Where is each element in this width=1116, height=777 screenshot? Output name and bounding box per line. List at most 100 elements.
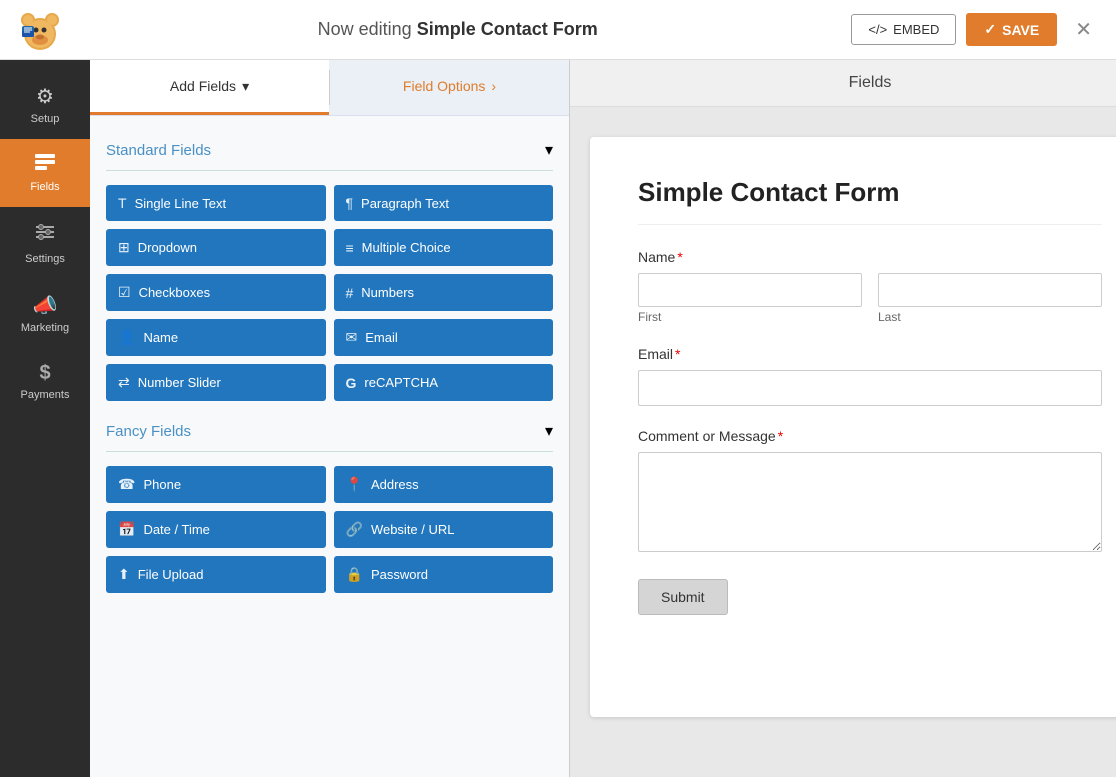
- embed-button[interactable]: </> EMBED: [851, 14, 956, 45]
- field-btn-number-slider[interactable]: ⇄ Number Slider: [106, 364, 326, 401]
- phone-icon: ☎: [118, 476, 135, 493]
- field-btn-recaptcha[interactable]: G reCAPTCHA: [334, 364, 554, 401]
- sidebar-item-label: Payments: [21, 389, 70, 401]
- standard-fields-title: Standard Fields: [106, 142, 211, 159]
- close-button[interactable]: ✕: [1067, 13, 1100, 46]
- logo: [16, 6, 64, 54]
- field-btn-label: Number Slider: [138, 375, 221, 390]
- field-btn-label: Address: [371, 477, 419, 492]
- gear-icon: ⚙: [36, 84, 54, 109]
- form-preview: Simple Contact Form Name* First Last: [590, 137, 1116, 717]
- text-icon: T: [118, 195, 127, 211]
- field-btn-label: File Upload: [138, 567, 204, 582]
- sidebar-item-payments[interactable]: $ Payments: [0, 348, 90, 415]
- field-btn-date-time[interactable]: 📅 Date / Time: [106, 511, 326, 548]
- field-btn-phone[interactable]: ☎ Phone: [106, 466, 326, 503]
- field-btn-numbers[interactable]: # Numbers: [334, 274, 554, 311]
- tab-options-label: Field Options: [403, 78, 485, 94]
- fancy-fields-header: Fancy Fields ▾: [106, 421, 553, 441]
- field-btn-file-upload[interactable]: ⬆ File Upload: [106, 556, 326, 593]
- field-btn-label: Phone: [143, 477, 181, 492]
- standard-fields-header: Standard Fields ▾: [106, 140, 553, 160]
- fancy-fields-title: Fancy Fields: [106, 423, 191, 440]
- dropdown-icon: ⊞: [118, 239, 130, 256]
- fields-icon: [34, 153, 56, 177]
- field-btn-address[interactable]: 📍 Address: [334, 466, 554, 503]
- field-btn-label: Website / URL: [371, 522, 455, 537]
- form-preview-title: Simple Contact Form: [638, 177, 1102, 225]
- lock-icon: 🔒: [346, 566, 363, 583]
- calendar-icon: 📅: [118, 521, 135, 538]
- sidebar-item-label: Setup: [31, 113, 60, 125]
- chevron-right-icon: ›: [491, 78, 496, 94]
- top-header: Now editing Simple Contact Form </> EMBE…: [0, 0, 1116, 60]
- sidebar-item-label: Settings: [25, 253, 65, 265]
- slider-icon: ⇄: [118, 374, 130, 391]
- standard-divider: [106, 170, 553, 171]
- last-name-wrap: Last: [878, 273, 1102, 324]
- sidebar-item-label: Marketing: [21, 322, 69, 334]
- form-label-name: Name*: [638, 249, 1102, 265]
- checkbox-icon: ☑: [118, 284, 131, 301]
- field-btn-label: reCAPTCHA: [364, 375, 438, 390]
- form-field-comment: Comment or Message*: [638, 428, 1102, 557]
- field-btn-label: Date / Time: [143, 522, 209, 537]
- form-field-name: Name* First Last: [638, 249, 1102, 324]
- name-fields-row: First Last: [638, 273, 1102, 324]
- embed-label: EMBED: [893, 22, 939, 37]
- link-icon: 🔗: [346, 521, 363, 538]
- envelope-icon: ✉: [346, 329, 358, 346]
- fancy-divider: [106, 451, 553, 452]
- sidebar-item-setup[interactable]: ⚙ Setup: [0, 70, 90, 139]
- center-panel-title: Fields: [570, 60, 1116, 107]
- settings-icon: [34, 221, 56, 249]
- field-btn-password[interactable]: 🔒 Password: [334, 556, 554, 593]
- sidebar-item-label: Fields: [30, 181, 59, 193]
- field-btn-label: Dropdown: [138, 240, 197, 255]
- hash-icon: #: [346, 285, 354, 301]
- field-btn-checkboxes[interactable]: ☑ Checkboxes: [106, 274, 326, 311]
- tab-field-options[interactable]: Field Options ›: [330, 60, 569, 115]
- collapse-standard-icon[interactable]: ▾: [545, 140, 553, 160]
- tab-add-label: Add Fields: [170, 78, 236, 94]
- editing-prefix: Now editing: [318, 19, 412, 39]
- fields-panel: Add Fields ▾ Field Options › Standard Fi…: [90, 60, 570, 777]
- submit-label: Submit: [661, 589, 705, 605]
- field-btn-website-url[interactable]: 🔗 Website / URL: [334, 511, 554, 548]
- form-submit-button[interactable]: Submit: [638, 579, 728, 615]
- first-name-wrap: First: [638, 273, 862, 324]
- field-btn-name[interactable]: 👤 Name: [106, 319, 326, 356]
- dollar-icon: $: [39, 362, 50, 385]
- sidebar-item-fields[interactable]: Fields: [0, 139, 90, 207]
- person-icon: 👤: [118, 329, 135, 346]
- field-btn-label: Numbers: [361, 285, 414, 300]
- map-pin-icon: 📍: [346, 476, 363, 493]
- form-preview-area: Simple Contact Form Name* First Last: [570, 107, 1116, 777]
- tab-add-fields[interactable]: Add Fields ▾: [90, 60, 329, 115]
- logo-bear-icon: [16, 6, 64, 54]
- first-name-input[interactable]: [638, 273, 862, 307]
- header-actions: </> EMBED ✓ SAVE ✕: [851, 13, 1100, 46]
- collapse-fancy-icon[interactable]: ▾: [545, 421, 553, 441]
- form-label-email: Email*: [638, 346, 1102, 362]
- fields-panel-body: Standard Fields ▾ T Single Line Text ¶ P…: [90, 116, 569, 777]
- form-name: Simple Contact Form: [417, 19, 598, 39]
- field-btn-dropdown[interactable]: ⊞ Dropdown: [106, 229, 326, 266]
- field-btn-label: Multiple Choice: [362, 240, 451, 255]
- panel-tabs: Add Fields ▾ Field Options ›: [90, 60, 569, 116]
- field-btn-multiple-choice[interactable]: ≡ Multiple Choice: [334, 229, 554, 266]
- form-field-email: Email*: [638, 346, 1102, 406]
- sidebar-item-settings[interactable]: Settings: [0, 207, 90, 279]
- email-input[interactable]: [638, 370, 1102, 406]
- field-btn-email[interactable]: ✉ Email: [334, 319, 554, 356]
- upload-icon: ⬆: [118, 566, 130, 583]
- field-btn-single-line-text[interactable]: T Single Line Text: [106, 185, 326, 221]
- last-name-input[interactable]: [878, 273, 1102, 307]
- comment-textarea[interactable]: [638, 452, 1102, 552]
- field-btn-paragraph-text[interactable]: ¶ Paragraph Text: [334, 185, 554, 221]
- sidebar-item-marketing[interactable]: 📣 Marketing: [0, 279, 90, 348]
- page-title: Now editing Simple Contact Form: [64, 19, 851, 40]
- left-sidebar: ⚙ Setup Fields: [0, 60, 90, 777]
- field-btn-label: Name: [143, 330, 178, 345]
- save-button[interactable]: ✓ SAVE: [966, 13, 1057, 46]
